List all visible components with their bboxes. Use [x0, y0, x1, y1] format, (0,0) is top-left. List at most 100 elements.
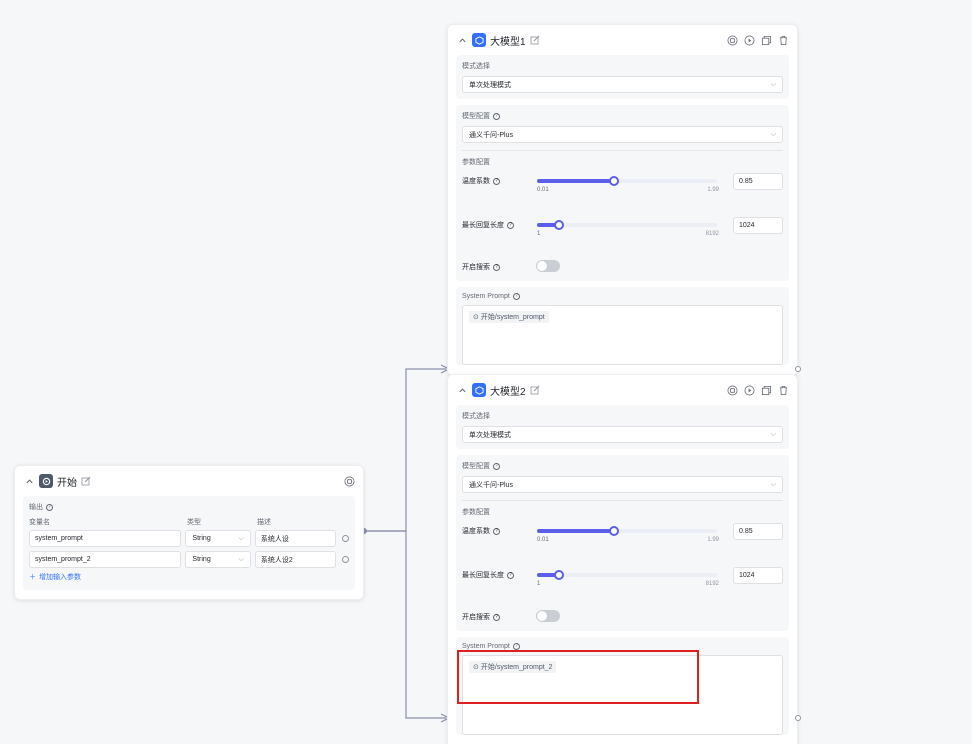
help-icon: ?: [493, 527, 500, 535]
llm-node-title: 大模型2: [490, 386, 526, 398]
edit-title-icon[interactable]: [530, 35, 541, 46]
chevron-down-icon: ⌵: [238, 534, 244, 542]
temperature-row: 温度系数? 0.01 1.99 0.85: [462, 523, 783, 543]
variable-name-input[interactable]: system_prompt_2: [29, 551, 182, 568]
help-icon: ?: [493, 263, 500, 271]
edit-title-icon[interactable]: [530, 385, 541, 396]
remove-variable-icon[interactable]: [342, 535, 349, 542]
chevron-down-icon: ⌵: [770, 430, 776, 438]
debug-icon[interactable]: [343, 475, 355, 487]
output-section: 输出 ? 变量名 类型 描述 system_prompt String ⌵ 系统人…: [23, 496, 355, 590]
temperature-row: 温度系数? 0.01 1.99 0.85: [462, 173, 783, 193]
variable-icon: ⊙: [473, 314, 479, 321]
temperature-input[interactable]: 0.85: [733, 173, 783, 190]
variable-name-input[interactable]: system_prompt: [29, 530, 182, 547]
delete-icon[interactable]: [777, 34, 789, 46]
mode-select[interactable]: 单次处理模式 ⌵: [462, 426, 783, 443]
chevron-down-icon: ⌵: [770, 130, 776, 138]
chevron-down-icon: ⌵: [770, 480, 776, 488]
slider-thumb: [609, 176, 620, 186]
delete-icon[interactable]: [777, 384, 789, 396]
help-icon: ?: [512, 643, 520, 650]
debug-icon[interactable]: [726, 384, 738, 396]
max-length-row: 最长回复长度? 1 8192 1024: [462, 217, 783, 237]
highlight-box: [457, 650, 699, 704]
collapse-chevron-icon[interactable]: [23, 475, 35, 487]
variable-type-select[interactable]: String ⌵: [185, 551, 251, 568]
add-input-param-button[interactable]: ＋增加输入参数: [29, 572, 349, 582]
help-icon: ?: [493, 462, 500, 470]
search-row: 开启搜索?: [462, 259, 783, 273]
chevron-down-icon: ⌵: [238, 555, 244, 563]
start-node-icon: [39, 474, 53, 488]
temperature-input[interactable]: 0.85: [733, 523, 783, 540]
edit-title-icon[interactable]: [81, 476, 92, 487]
chevron-down-icon: ⌵: [770, 80, 776, 88]
mode-section: 模式选择 单次处理模式 ⌵: [456, 405, 789, 449]
variable-row: system_prompt String ⌵ 系统人设: [29, 530, 349, 547]
col-description: 描述: [257, 519, 271, 526]
llm-cube-icon: [472, 33, 486, 47]
llm-node-title: 大模型1: [490, 36, 526, 48]
prompt-label: System Prompt?: [462, 643, 783, 650]
collapse-chevron-icon[interactable]: [456, 34, 468, 46]
variable-type-select[interactable]: String ⌵: [185, 530, 251, 547]
model-select[interactable]: 通义千问-Plus ⌵: [462, 476, 783, 493]
max-length-input[interactable]: 1024: [733, 217, 783, 234]
mode-section: 模式选择 单次处理模式 ⌵: [456, 55, 789, 99]
col-type: 类型: [187, 519, 201, 526]
edge-start-to-llm2: [364, 530, 446, 719]
copy-icon[interactable]: [760, 384, 772, 396]
run-icon[interactable]: [743, 384, 755, 396]
llm2-output-port[interactable]: [795, 715, 801, 721]
start-node-header: 开始: [15, 466, 363, 496]
llm-node-header: 大模型2: [448, 375, 797, 405]
start-node[interactable]: 开始 输出 ? 变量名 类型 描述 system_prompt String ⌵…: [14, 465, 364, 600]
slider-thumb: [553, 220, 564, 230]
slider-thumb: [553, 570, 564, 580]
model-section: 模型配置? 通义千问-Plus ⌵ 参数配置 温度系数? 0.01 1.99 0.…: [456, 455, 789, 631]
divider: [462, 150, 783, 151]
remove-variable-icon[interactable]: [342, 556, 349, 563]
search-toggle[interactable]: [536, 610, 560, 622]
mode-select[interactable]: 单次处理模式 ⌵: [462, 76, 783, 93]
slider-thumb: [609, 526, 620, 536]
collapse-chevron-icon[interactable]: [456, 384, 468, 396]
llm1-output-port[interactable]: [795, 366, 801, 372]
start-node-title: 开始: [57, 477, 77, 489]
prompt-label: System Prompt?: [462, 293, 783, 300]
workflow-canvas[interactable]: 开始 输出 ? 变量名 类型 描述 system_prompt String ⌵…: [0, 0, 972, 744]
variable-ref-chip[interactable]: ⊙ 开始/system_prompt: [469, 311, 549, 323]
debug-icon[interactable]: [726, 34, 738, 46]
llm-cube-icon: [472, 383, 486, 397]
run-icon[interactable]: [743, 34, 755, 46]
model-select[interactable]: 通义千问-Plus ⌵: [462, 126, 783, 143]
search-toggle[interactable]: [536, 260, 560, 272]
divider: [462, 500, 783, 501]
max-length-input[interactable]: 1024: [733, 567, 783, 584]
output-label: 输出 ?: [29, 502, 349, 512]
llm-node-header: 大模型1: [448, 25, 797, 55]
variable-desc-input[interactable]: 系统人设: [254, 530, 337, 547]
search-row: 开启搜索?: [462, 609, 783, 623]
params-label: 参数配置: [462, 509, 490, 516]
system-prompt-editor[interactable]: ⊙ 开始/system_prompt: [462, 305, 783, 365]
variable-desc-input[interactable]: 系统人设2: [254, 551, 337, 568]
help-icon: ?: [512, 293, 520, 300]
help-icon: ?: [493, 112, 500, 120]
model-section: 模型配置? 通义千问-Plus ⌵ 参数配置 温度系数? 0.01 1.99 0.…: [456, 105, 789, 281]
mode-label: 模式选择: [462, 413, 490, 420]
llm-node-1[interactable]: 大模型1 模式选择 单次处理模式 ⌵ 模型配置? 通义千问-Plus ⌵ 参数配…: [447, 24, 798, 376]
output-table-header: 变量名 类型 描述: [29, 517, 349, 527]
help-icon: ?: [507, 221, 514, 229]
params-label: 参数配置: [462, 159, 490, 166]
mode-label: 模式选择: [462, 63, 490, 70]
copy-icon[interactable]: [760, 34, 772, 46]
help-icon: ?: [493, 177, 500, 185]
plus-icon: ＋: [29, 574, 36, 581]
help-icon: ?: [507, 571, 514, 579]
help-icon: ?: [493, 613, 500, 621]
variable-row: system_prompt_2 String ⌵ 系统人设2: [29, 551, 349, 568]
model-label: 模型配置?: [462, 111, 783, 121]
help-icon: ?: [46, 503, 53, 511]
